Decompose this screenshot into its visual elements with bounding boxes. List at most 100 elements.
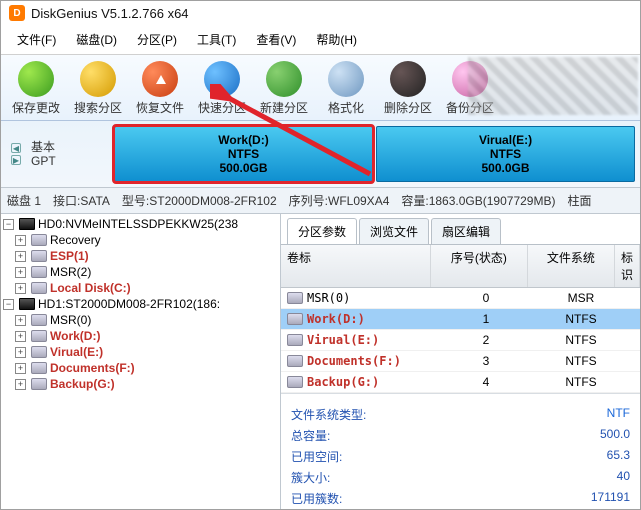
vol-fs: MSR — [536, 288, 626, 308]
tree-row[interactable]: + Documents(F:) — [1, 360, 280, 376]
col-volume[interactable]: 卷标 — [281, 245, 431, 287]
vol-seq: 4 — [436, 372, 536, 392]
tree-row[interactable]: +ESP(1) — [1, 248, 280, 264]
tree-row[interactable]: −HD0:NVMeINTELSSDPEKKW25(238 — [1, 216, 280, 232]
right-panel: 分区参数 浏览文件 扇区编辑 卷标 序号(状态) 文件系统 标识 MSR(0)0… — [281, 214, 640, 509]
window-title: DiskGenius V5.1.2.766 x64 — [31, 6, 189, 21]
disk-visual-bar: ◀ ▶ 基本 GPT Work(D:) NTFS 500.0GB Virual(… — [1, 121, 640, 188]
disk-tree: −HD0:NVMeINTELSSDPEKKW25(238+Recovery+ES… — [1, 214, 281, 509]
col-flag[interactable]: 标识 — [615, 245, 640, 287]
recover-icon — [142, 61, 178, 97]
tool-format[interactable]: 格式化 — [315, 59, 377, 120]
tree-row[interactable]: +Virual(E:) — [1, 344, 280, 360]
nav-left-icon[interactable]: ◀ — [11, 143, 21, 153]
tool-save-label: 保存更改 — [5, 99, 67, 116]
expander-icon[interactable]: + — [15, 347, 26, 358]
vol-seq: 1 — [436, 309, 536, 329]
tree-label: MSR(0) — [50, 313, 91, 327]
expander-icon[interactable]: + — [15, 235, 26, 246]
disk-sidebar: ◀ ▶ 基本 GPT — [5, 125, 113, 183]
used-value: 65.3 — [607, 448, 630, 465]
status-cyl: 柱面 — [567, 192, 591, 209]
files-value: 171191 — [591, 490, 630, 507]
menu-view[interactable]: 查看(V) — [246, 27, 306, 52]
menu-disk[interactable]: 磁盘(D) — [66, 27, 127, 52]
expander-icon[interactable]: + — [15, 251, 26, 262]
tree-row[interactable]: +Local Disk(C:) — [1, 280, 280, 296]
nav-right-icon[interactable]: ▶ — [11, 155, 21, 165]
files-label: 已用簇数: — [291, 490, 381, 507]
expander-icon[interactable]: − — [3, 219, 14, 230]
tree-row[interactable]: −HD1:ST2000DM008-2FR102(186: — [1, 296, 280, 312]
table-row[interactable]: Documents(F:)3NTFS — [281, 351, 640, 372]
tool-new[interactable]: 新建分区 — [253, 59, 315, 120]
used-label: 已用空间: — [291, 448, 381, 465]
partition-visual-list: Work(D:) NTFS 500.0GB Virual(E:) NTFS 50… — [113, 125, 636, 183]
tree-row[interactable]: +Recovery — [1, 232, 280, 248]
expander-icon[interactable]: + — [15, 379, 26, 390]
drive-icon — [287, 355, 303, 367]
drive-icon — [31, 378, 47, 390]
format-icon — [328, 61, 364, 97]
table-row[interactable]: MSR(0)0MSR — [281, 288, 640, 309]
menu-partition[interactable]: 分区(P) — [127, 27, 187, 52]
tool-format-label: 格式化 — [315, 99, 377, 116]
menubar: 文件(F) 磁盘(D) 分区(P) 工具(T) 查看(V) 帮助(H) — [1, 25, 640, 55]
quick-partition-icon — [204, 61, 240, 97]
save-icon — [18, 61, 54, 97]
tree-label: MSR(2) — [50, 265, 91, 279]
partition-size: 500.0GB — [219, 161, 267, 175]
tree-row[interactable]: + MSR(2) — [1, 264, 280, 280]
tool-quick[interactable]: 快速分区 — [191, 59, 253, 120]
expander-icon[interactable]: + — [15, 331, 26, 342]
table-row[interactable]: Virual(E:)2NTFS — [281, 330, 640, 351]
table-header: 卷标 序号(状态) 文件系统 标识 — [281, 245, 640, 288]
drive-icon — [31, 266, 47, 278]
tool-save[interactable]: 保存更改 — [5, 59, 67, 120]
vol-name: Documents(F:) — [307, 354, 401, 368]
tool-quick-label: 快速分区 — [191, 99, 253, 116]
tool-delete[interactable]: 删除分区 — [377, 59, 439, 120]
drive-icon — [287, 334, 303, 346]
tree-row[interactable]: +Backup(G:) — [1, 376, 280, 392]
expander-icon[interactable]: + — [15, 363, 26, 374]
tool-recover[interactable]: 恢复文件 — [129, 59, 191, 120]
vol-fs: NTFS — [536, 372, 626, 392]
tab-browse[interactable]: 浏览文件 — [359, 218, 429, 244]
drive-icon — [31, 330, 47, 342]
search-icon — [80, 61, 116, 97]
disk-type-basic: 基本 — [31, 140, 56, 154]
expander-icon[interactable]: + — [15, 267, 26, 278]
col-fs[interactable]: 文件系统 — [528, 245, 615, 287]
titlebar: D DiskGenius V5.1.2.766 x64 — [1, 1, 640, 25]
expander-icon[interactable]: − — [3, 299, 14, 310]
tree-row[interactable]: +Work(D:) — [1, 328, 280, 344]
tab-sector[interactable]: 扇区编辑 — [431, 218, 501, 244]
cluster-label: 簇大小: — [291, 469, 381, 486]
total-label: 总容量: — [291, 427, 381, 444]
col-seq[interactable]: 序号(状态) — [431, 245, 528, 287]
vol-name: Backup(G:) — [307, 375, 379, 389]
menu-help[interactable]: 帮助(H) — [306, 27, 367, 52]
disk-type-gpt: GPT — [31, 154, 56, 168]
tab-params[interactable]: 分区参数 — [287, 218, 357, 244]
table-row[interactable]: Backup(G:) 4NTFS — [281, 372, 640, 393]
drive-icon — [31, 314, 47, 326]
status-capacity: 容量:1863.0GB(1907729MB) — [401, 192, 555, 209]
table-row[interactable]: Work(D:)1NTFS — [281, 309, 640, 330]
status-serial: 序列号:WFL09XA4 — [289, 192, 390, 209]
volume-table: 卷标 序号(状态) 文件系统 标识 MSR(0)0MSRWork(D:)1NTF… — [281, 245, 640, 393]
status-model: 型号:ST2000DM008-2FR102 — [122, 192, 277, 209]
partition-name: Work(D:) — [218, 133, 268, 147]
expander-icon[interactable]: + — [15, 283, 26, 294]
menu-tools[interactable]: 工具(T) — [187, 27, 246, 52]
partition-block-work[interactable]: Work(D:) NTFS 500.0GB — [114, 126, 373, 182]
menu-file[interactable]: 文件(F) — [7, 27, 66, 52]
tool-search[interactable]: 搜索分区 — [67, 59, 129, 120]
tree-label: Documents(F:) — [50, 361, 135, 375]
expander-icon[interactable]: + — [15, 315, 26, 326]
partition-block-virual[interactable]: Virual(E:) NTFS 500.0GB — [376, 126, 635, 182]
partition-detail-panel: 文件系统类型: NTF 总容量: 500.0 已用空间: 65.3 簇大小: 4… — [281, 393, 640, 509]
vol-seq: 2 — [436, 330, 536, 350]
tree-row[interactable]: + MSR(0) — [1, 312, 280, 328]
